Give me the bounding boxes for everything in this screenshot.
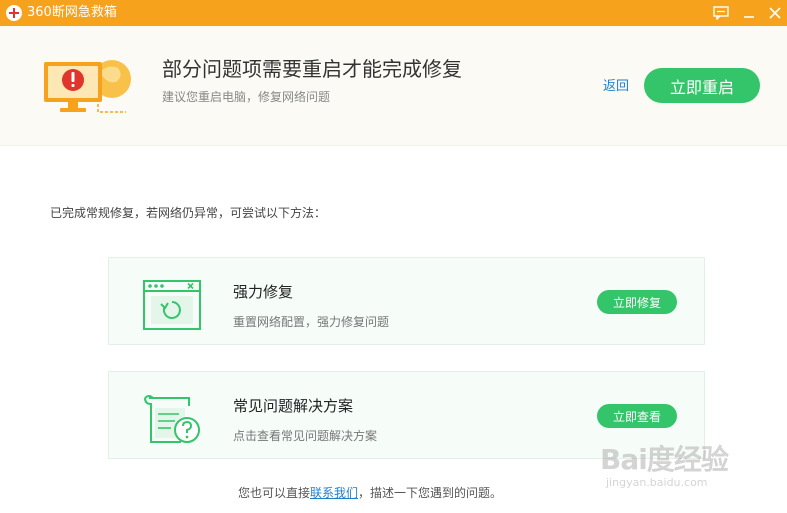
- card-title: 强力修复: [233, 283, 294, 301]
- card-title: 常见问题解决方案: [233, 397, 354, 415]
- card-description: 重置网络配置，强力修复问题: [233, 315, 390, 329]
- app-window: 360断网急救箱 部分问题项需要重启才能完成修复 建议您重启电脑，修复网络问题 …: [0, 0, 787, 513]
- app-logo-icon: [6, 5, 22, 21]
- monitor-warning-icon: [40, 54, 140, 124]
- view-now-button[interactable]: 立即查看: [597, 404, 677, 428]
- footer-prefix: 您也可以直接: [237, 486, 310, 500]
- watermark-main: Bai度经验: [600, 443, 729, 476]
- baidu-watermark: Bai度经验 jingyan.baidu.com: [600, 436, 780, 496]
- back-link[interactable]: 返回: [603, 79, 629, 95]
- title-bar: 360断网急救箱: [0, 0, 787, 26]
- window-refresh-icon: [141, 278, 203, 332]
- footer-suffix: ，描述一下您遇到的问题。: [358, 486, 503, 500]
- window-title: 360断网急救箱: [27, 5, 117, 20]
- document-question-icon: [141, 392, 203, 446]
- status-headline: 部分问题项需要重启才能完成修复: [162, 57, 462, 81]
- repair-now-button[interactable]: 立即修复: [597, 290, 677, 314]
- minimize-icon[interactable]: [738, 2, 760, 24]
- status-header: 部分问题项需要重启才能完成修复 建议您重启电脑，修复网络问题 返回 立即重启: [0, 26, 787, 146]
- restart-now-button[interactable]: 立即重启: [644, 68, 760, 103]
- close-icon[interactable]: [764, 2, 786, 24]
- watermark-sub: jingyan.baidu.com: [606, 476, 708, 489]
- status-subline: 建议您重启电脑，修复网络问题: [162, 90, 331, 104]
- contact-us-link[interactable]: 联系我们: [310, 486, 358, 500]
- card-description: 点击查看常见问题解决方案: [233, 429, 378, 443]
- card-force-repair: 强力修复 重置网络配置，强力修复问题 立即修复: [108, 257, 705, 345]
- feedback-icon[interactable]: [710, 2, 732, 24]
- intro-text: 已完成常规修复，若网络仍异常，可尝试以下方法：: [50, 206, 327, 220]
